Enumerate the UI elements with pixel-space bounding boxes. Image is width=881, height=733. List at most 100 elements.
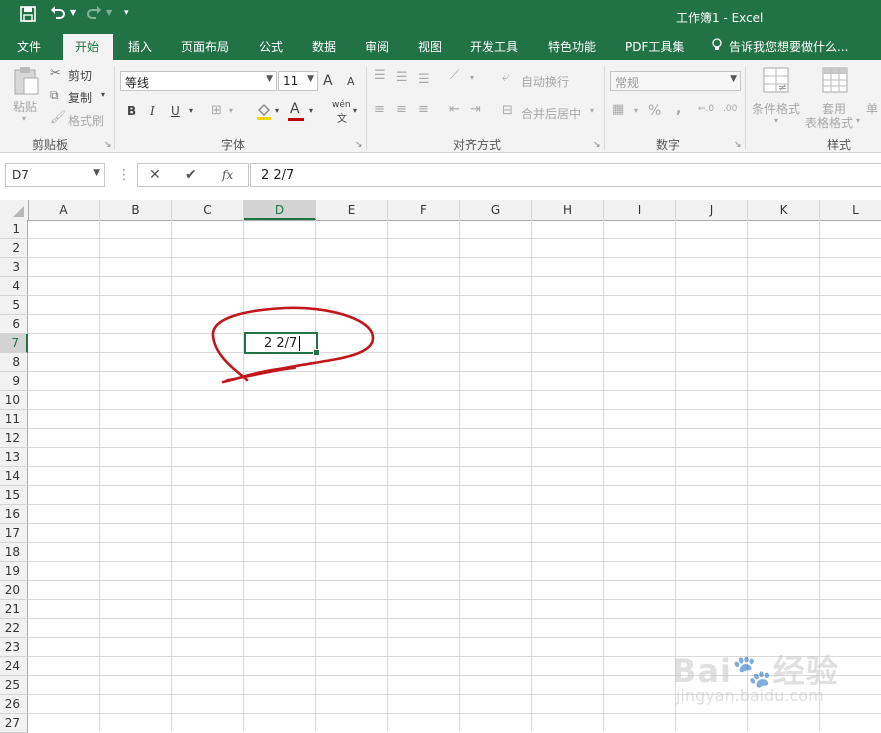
row-header-13[interactable]: 13 [0, 448, 28, 467]
merge-center-button[interactable]: 合并后居中 [521, 105, 581, 122]
insert-function-button[interactable]: fx [222, 168, 233, 182]
row-header-18[interactable]: 18 [0, 543, 28, 562]
paste-icon[interactable] [12, 66, 40, 100]
font-color-dropdown-icon[interactable]: ▾ [309, 106, 313, 115]
save-icon[interactable] [20, 6, 36, 26]
orientation-icon[interactable]: ⟋ [450, 68, 459, 83]
column-header-i[interactable]: I [604, 200, 676, 220]
tab-formulas[interactable]: 公式 [259, 38, 283, 55]
column-header-f[interactable]: F [388, 200, 460, 220]
phonetic-dropdown-icon[interactable]: ▾ [353, 106, 357, 115]
name-box[interactable]: D7 ▼ [5, 163, 105, 187]
tab-home[interactable]: 开始 [63, 34, 113, 60]
align-center-icon[interactable]: ≡ [396, 102, 407, 117]
column-header-c[interactable]: C [172, 200, 244, 220]
increase-decimal-icon[interactable]: ←.0 [698, 104, 714, 114]
borders-icon[interactable]: ⊞ [211, 103, 222, 118]
underline-button[interactable]: U [171, 104, 180, 118]
merge-dropdown-icon[interactable]: ▾ [590, 106, 594, 115]
increase-indent-icon[interactable]: ⇥ [470, 102, 481, 117]
tab-page-layout[interactable]: 页面布局 [181, 38, 229, 55]
underline-dropdown-icon[interactable]: ▾ [189, 106, 193, 115]
row-header-11[interactable]: 11 [0, 410, 28, 429]
cut-button[interactable]: 剪切 [68, 67, 92, 84]
row-header-20[interactable]: 20 [0, 581, 28, 600]
paste-dropdown-icon[interactable]: ▾ [22, 114, 26, 123]
tab-view[interactable]: 视图 [418, 38, 442, 55]
italic-button[interactable]: I [150, 104, 155, 118]
row-header-21[interactable]: 21 [0, 600, 28, 619]
row-header-15[interactable]: 15 [0, 486, 28, 505]
decrease-indent-icon[interactable]: ⇤ [449, 102, 460, 117]
align-middle-icon[interactable]: ☰ [396, 70, 408, 85]
formula-input[interactable]: 2 2/7 [250, 163, 881, 187]
tab-review[interactable]: 审阅 [365, 38, 389, 55]
shrink-font-button[interactable]: A [347, 75, 355, 88]
row-header-14[interactable]: 14 [0, 467, 28, 486]
row-header-12[interactable]: 12 [0, 429, 28, 448]
row-header-16[interactable]: 16 [0, 505, 28, 524]
row-header-10[interactable]: 10 [0, 391, 28, 410]
alignment-launcher-icon[interactable]: ↘ [593, 140, 601, 150]
tab-file[interactable]: 文件 [17, 38, 41, 55]
align-bottom-icon[interactable]: ☰ [418, 72, 430, 87]
tab-pdf-tools[interactable]: PDF工具集 [625, 38, 684, 55]
row-header-23[interactable]: 23 [0, 638, 28, 657]
conditional-formatting-button[interactable]: 条件格式 [752, 100, 800, 117]
enter-button[interactable]: ✔ [185, 167, 197, 183]
align-left-icon[interactable]: ≡ [374, 102, 385, 117]
tab-developer[interactable]: 开发工具 [470, 38, 518, 55]
row-header-1[interactable]: 1 [0, 220, 28, 239]
customize-quick-access-icon[interactable]: ▾ [124, 8, 129, 18]
decrease-decimal-icon[interactable]: .00 [723, 104, 737, 114]
wrap-text-button[interactable]: 自动换行 [521, 73, 569, 90]
cell-styles-button[interactable]: 单 [866, 100, 878, 117]
row-header-25[interactable]: 25 [0, 676, 28, 695]
grow-font-button[interactable]: A [323, 73, 333, 89]
font-launcher-icon[interactable]: ↘ [355, 140, 363, 150]
paste-button[interactable]: 粘贴 [13, 98, 37, 115]
orientation-dropdown-icon[interactable]: ▾ [470, 73, 474, 82]
row-header-17[interactable]: 17 [0, 524, 28, 543]
tell-me-search[interactable]: 告诉我您想要做什么... [729, 38, 848, 55]
row-header-3[interactable]: 3 [0, 258, 28, 277]
copy-dropdown-icon[interactable]: ▾ [101, 90, 105, 99]
align-right-icon[interactable]: ≡ [418, 102, 429, 117]
comma-button[interactable]: , [676, 101, 681, 117]
row-header-8[interactable]: 8 [0, 353, 28, 372]
font-color-button[interactable]: A [290, 101, 300, 117]
tab-insert[interactable]: 插入 [128, 38, 152, 55]
fill-color-dropdown-icon[interactable]: ▾ [275, 106, 279, 115]
row-header-26[interactable]: 26 [0, 695, 28, 714]
accounting-format-icon[interactable]: ▦ [612, 102, 624, 117]
row-header-5[interactable]: 5 [0, 296, 28, 315]
cancel-button[interactable]: ✕ [149, 167, 161, 183]
column-header-g[interactable]: G [460, 200, 532, 220]
row-header-6[interactable]: 6 [0, 315, 28, 334]
column-header-b[interactable]: B [100, 200, 172, 220]
row-header-19[interactable]: 19 [0, 562, 28, 581]
column-header-e[interactable]: E [316, 200, 388, 220]
row-header-22[interactable]: 22 [0, 619, 28, 638]
accounting-dropdown-icon[interactable]: ▾ [634, 106, 638, 115]
fill-color-icon[interactable] [256, 102, 272, 124]
row-header-27[interactable]: 27 [0, 714, 28, 733]
undo-icon[interactable] [50, 5, 66, 25]
tab-data[interactable]: 数据 [312, 38, 336, 55]
row-header-2[interactable]: 2 [0, 239, 28, 258]
column-header-k[interactable]: K [748, 200, 820, 220]
column-header-h[interactable]: H [532, 200, 604, 220]
row-header-4[interactable]: 4 [0, 277, 28, 296]
format-table-dropdown-icon[interactable]: ▾ [856, 116, 860, 125]
clipboard-launcher-icon[interactable]: ↘ [104, 140, 112, 150]
column-header-a[interactable]: A [28, 200, 100, 220]
borders-dropdown-icon[interactable]: ▾ [229, 106, 233, 115]
conditional-dropdown-icon[interactable]: ▾ [774, 116, 778, 125]
percent-button[interactable]: % [648, 103, 661, 119]
undo-dropdown-icon[interactable]: ▼ [70, 8, 76, 17]
column-header-d[interactable]: D [244, 200, 316, 220]
column-header-l[interactable]: L [820, 200, 881, 220]
bold-button[interactable]: B [127, 104, 136, 118]
row-header-7[interactable]: 7 [0, 334, 28, 353]
tab-special-features[interactable]: 特色功能 [548, 38, 596, 55]
